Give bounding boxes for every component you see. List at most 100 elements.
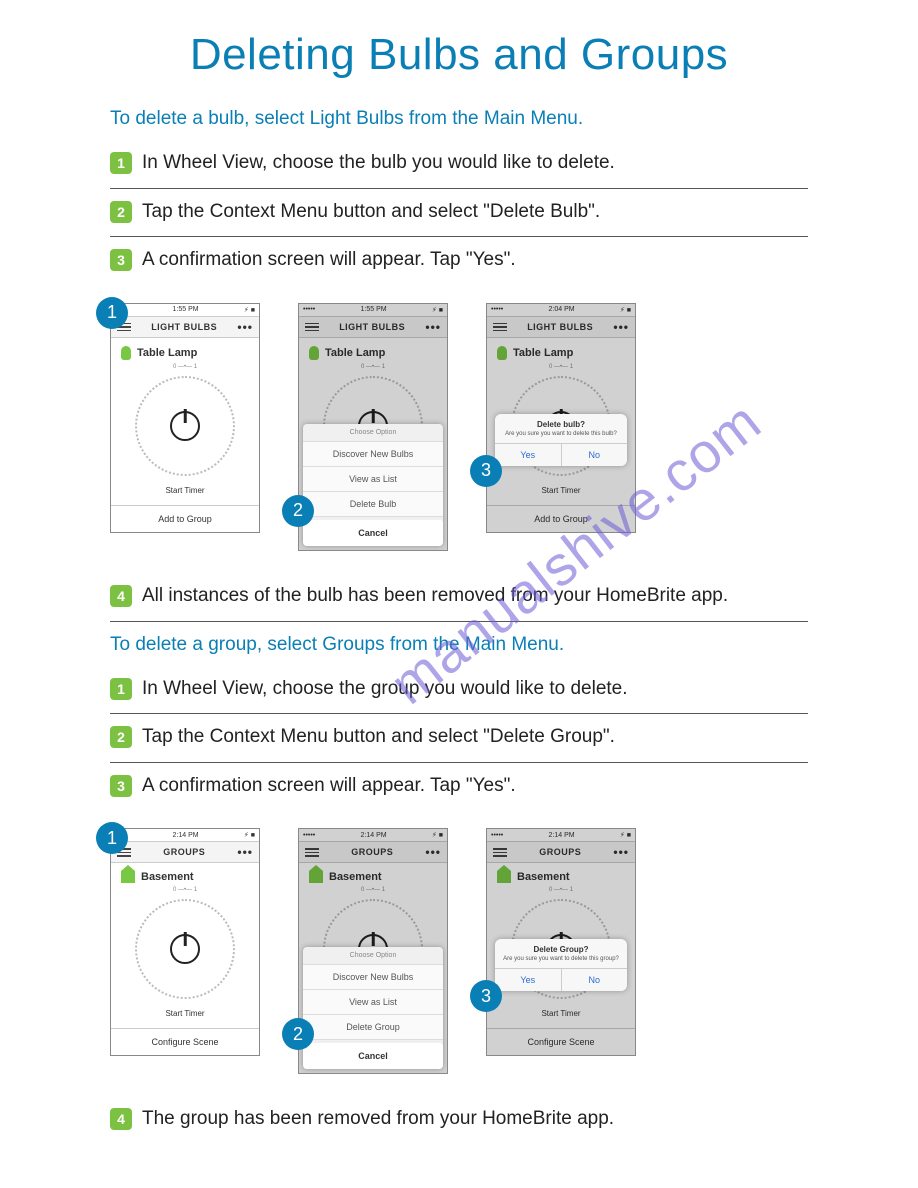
configure-scene-button[interactable]: Configure Scene <box>111 1028 259 1055</box>
step-row: 1 In Wheel View, choose the group you wo… <box>110 666 808 715</box>
context-menu-icon[interactable]: ••• <box>237 846 253 858</box>
slider[interactable]: 0 —•— 1 <box>299 364 447 374</box>
context-menu-icon[interactable]: ••• <box>425 846 441 858</box>
start-timer[interactable]: Start Timer <box>111 480 259 505</box>
slider[interactable]: 0 —•— 1 <box>111 364 259 374</box>
statusbar: •••••2:14 PM⚡︎ ■ <box>487 829 635 841</box>
menu-icon[interactable] <box>305 323 319 332</box>
sheet-item[interactable]: Discover New Bulbs <box>303 965 443 990</box>
alert-yes-button[interactable]: Yes <box>495 444 562 466</box>
step-text: The group has been removed from your Hom… <box>142 1106 614 1132</box>
bulb-screenshots: 1 •••••1:55 PM⚡︎ ■ LIGHT BULBS ••• Table… <box>110 285 808 573</box>
item-label: Basement <box>487 863 635 887</box>
group-screen-1: 1 •••••2:14 PM⚡︎ ■ GROUPS ••• Basement 0… <box>110 828 260 1056</box>
context-menu-icon[interactable]: ••• <box>237 321 253 333</box>
confirm-alert: Delete Group? Are you sure you want to d… <box>495 939 627 991</box>
sheet-item[interactable]: View as List <box>303 990 443 1015</box>
sheet-item-delete-group[interactable]: Delete Group <box>303 1015 443 1040</box>
confirm-alert: Delete bulb? Are you sure you want to de… <box>495 414 627 466</box>
item-label: Basement <box>111 863 259 887</box>
statusbar: •••••1:55 PM⚡︎ ■ <box>111 304 259 316</box>
house-icon <box>497 871 511 883</box>
step-row: 4 The group has been removed from your H… <box>110 1096 808 1144</box>
add-to-group-button[interactable]: Add to Group <box>487 505 635 532</box>
sheet-item[interactable]: View as List <box>303 467 443 492</box>
item-label: Table Lamp <box>111 338 259 364</box>
power-icon[interactable] <box>170 934 200 964</box>
group-screen-2: 2 •••••2:14 PM⚡︎ ■ GROUPS ••• Basement 0… <box>298 828 448 1074</box>
sheet-item[interactable]: Discover New Bulbs <box>303 442 443 467</box>
start-timer[interactable]: Start Timer <box>487 1003 635 1028</box>
sheet-cancel[interactable]: Cancel <box>303 520 443 546</box>
power-icon[interactable] <box>170 411 200 441</box>
statusbar: •••••2:14 PM⚡︎ ■ <box>299 829 447 841</box>
phone-mock: •••••1:55 PM⚡︎ ■ LIGHT BULBS ••• Table L… <box>298 303 448 551</box>
step-badge: 3 <box>110 249 132 271</box>
item-label: Table Lamp <box>487 338 635 364</box>
nav-title: LIGHT BULBS <box>339 322 405 332</box>
bulb-screen-2: 2 •••••1:55 PM⚡︎ ■ LIGHT BULBS ••• Table… <box>298 303 448 551</box>
context-menu-icon[interactable]: ••• <box>613 846 629 858</box>
menu-icon[interactable] <box>305 848 319 857</box>
slider[interactable]: 0 —•— 1 <box>487 364 635 374</box>
statusbar: •••••2:14 PM⚡︎ ■ <box>111 829 259 841</box>
phone-mock: •••••2:14 PM⚡︎ ■ GROUPS ••• Basement 0 —… <box>298 828 448 1074</box>
step-badge: 2 <box>110 201 132 223</box>
step-text: In Wheel View, choose the group you woul… <box>142 676 628 702</box>
house-icon <box>309 871 323 883</box>
slider[interactable]: 0 —•— 1 <box>299 887 447 897</box>
step-text: In Wheel View, choose the bulb you would… <box>142 150 615 176</box>
alert-yes-button[interactable]: Yes <box>495 969 562 991</box>
navbar: LIGHT BULBS ••• <box>299 316 447 338</box>
callout-2: 2 <box>282 495 314 527</box>
step-row: 4 All instances of the bulb has been rem… <box>110 573 808 622</box>
content: To delete a bulb, select Light Bulbs fro… <box>0 108 918 1144</box>
step-row: 2 Tap the Context Menu button and select… <box>110 714 808 763</box>
statusbar: •••••2:04 PM⚡︎ ■ <box>487 304 635 316</box>
phone-mock: •••••2:14 PM⚡︎ ■ GROUPS ••• Basement 0 —… <box>110 828 260 1056</box>
bulb-icon <box>497 346 507 360</box>
phone-mock: •••••1:55 PM⚡︎ ■ LIGHT BULBS ••• Table L… <box>110 303 260 533</box>
action-sheet: Choose Option Discover New Bulbs View as… <box>303 424 443 546</box>
sheet-cancel[interactable]: Cancel <box>303 1043 443 1069</box>
step-badge: 4 <box>110 1108 132 1130</box>
configure-scene-button[interactable]: Configure Scene <box>487 1028 635 1055</box>
slider[interactable]: 0 —•— 1 <box>487 887 635 897</box>
alert-no-button[interactable]: No <box>562 969 628 991</box>
group-steps: 1 In Wheel View, choose the group you wo… <box>110 666 808 811</box>
step-text: A confirmation screen will appear. Tap "… <box>142 247 516 273</box>
context-menu-icon[interactable]: ••• <box>613 321 629 333</box>
alert-title: Delete bulb? <box>495 414 627 431</box>
bulb-screen-3: 3 •••••2:04 PM⚡︎ ■ LIGHT BULBS ••• Table… <box>486 303 636 533</box>
bulb-steps-after: 4 All instances of the bulb has been rem… <box>110 573 808 622</box>
phone-mock: •••••2:14 PM⚡︎ ■ GROUPS ••• Basement 0 —… <box>486 828 636 1056</box>
item-label: Table Lamp <box>299 338 447 364</box>
step-row: 2 Tap the Context Menu button and select… <box>110 189 808 238</box>
step-text: Tap the Context Menu button and select "… <box>142 199 600 225</box>
bulb-screen-1: 1 •••••1:55 PM⚡︎ ■ LIGHT BULBS ••• Table… <box>110 303 260 533</box>
slider[interactable]: 0 —•— 1 <box>111 887 259 897</box>
menu-icon[interactable] <box>493 323 507 332</box>
start-timer[interactable]: Start Timer <box>111 1003 259 1028</box>
step-row: 3 A confirmation screen will appear. Tap… <box>110 237 808 285</box>
step-text: A confirmation screen will appear. Tap "… <box>142 773 516 799</box>
sheet-item-delete-bulb[interactable]: Delete Bulb <box>303 492 443 517</box>
sheet-title: Choose Option <box>303 947 443 965</box>
bulb-intro: To delete a bulb, select Light Bulbs fro… <box>110 108 808 130</box>
add-to-group-button[interactable]: Add to Group <box>111 505 259 532</box>
callout-3: 3 <box>470 455 502 487</box>
bulb-steps: 1 In Wheel View, choose the bulb you wou… <box>110 140 808 285</box>
wheel[interactable] <box>135 376 235 476</box>
alert-no-button[interactable]: No <box>562 444 628 466</box>
alert-msg: Are you sure you want to delete this bul… <box>495 431 627 443</box>
sheet-title: Choose Option <box>303 424 443 442</box>
start-timer[interactable]: Start Timer <box>487 480 635 505</box>
context-menu-icon[interactable]: ••• <box>425 321 441 333</box>
navbar: LIGHT BULBS ••• <box>487 316 635 338</box>
alert-msg: Are you sure you want to delete this gro… <box>495 956 627 968</box>
nav-title: GROUPS <box>163 847 205 857</box>
menu-icon[interactable] <box>493 848 507 857</box>
step-row: 3 A confirmation screen will appear. Tap… <box>110 763 808 811</box>
nav-title: LIGHT BULBS <box>151 322 217 332</box>
wheel[interactable] <box>135 899 235 999</box>
